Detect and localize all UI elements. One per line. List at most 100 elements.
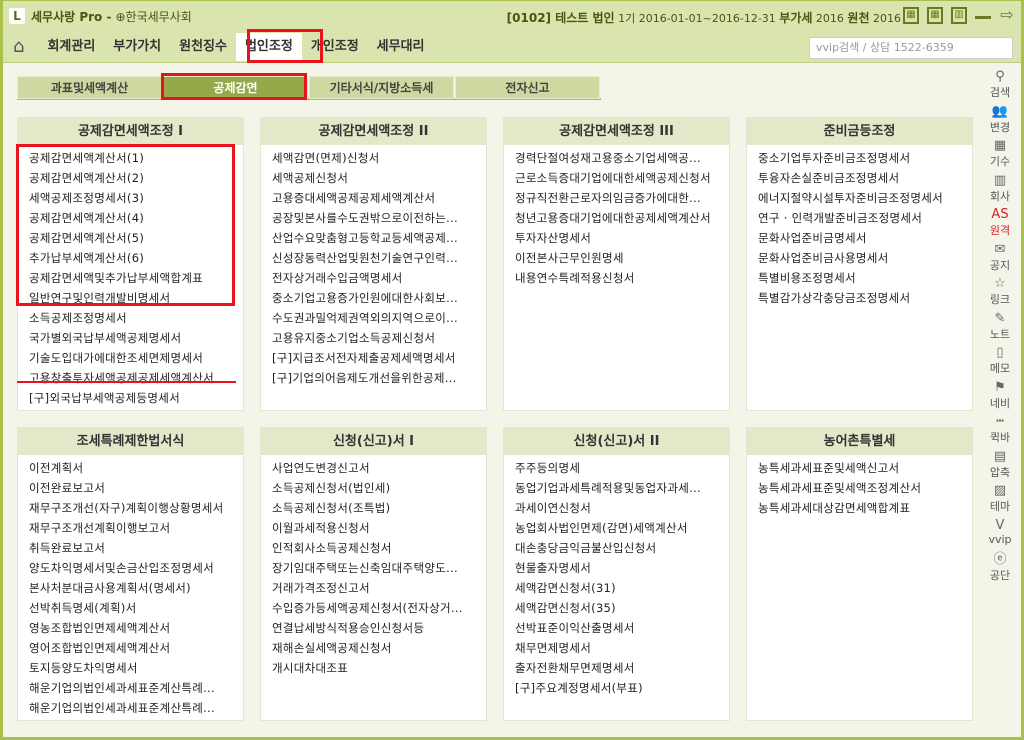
tab-tax-base[interactable]: 과표및세액계산 xyxy=(17,76,162,99)
form-list-item[interactable]: 선박취득명세(계획)서 xyxy=(29,598,243,618)
minimize-icon[interactable] xyxy=(975,7,991,19)
sidebar-item-building[interactable]: ▥ 회사 xyxy=(979,173,1021,208)
sidebar-item-vvip[interactable]: Vvvip xyxy=(979,518,1021,553)
form-list-item[interactable]: 고용창출투자세액공제공제세액계산서 xyxy=(29,368,243,388)
form-list-item[interactable]: 연결납세방식적용승인신청서등 xyxy=(272,618,486,638)
form-list-item[interactable]: 이전계획서 xyxy=(29,458,243,478)
form-list-item[interactable]: 취득완료보고서 xyxy=(29,538,243,558)
form-list-item[interactable]: 대손충당금익금불산입신청서 xyxy=(515,538,729,558)
form-list-item[interactable]: 과세이연신청서 xyxy=(515,498,729,518)
form-list-item[interactable]: 재무구조개선계획이행보고서 xyxy=(29,518,243,538)
layout-icon[interactable]: ▥ xyxy=(951,7,967,24)
form-list-item[interactable]: 공제감면세액계산서(5) xyxy=(29,228,243,248)
form-list-item[interactable]: 사업연도변경신고서 xyxy=(272,458,486,478)
form-list-item[interactable]: 수입증가등세액공제신청서(전자상거... xyxy=(272,598,486,618)
exit-icon[interactable]: ⇨ xyxy=(999,7,1015,24)
form-list-item[interactable]: 출자전환채무면제명세서 xyxy=(515,658,729,678)
form-list-item[interactable]: 인적회사소득공제신청서 xyxy=(272,538,486,558)
form-list-item[interactable]: 거래가격조정신고서 xyxy=(272,578,486,598)
form-list-item[interactable]: 양도차익명세서및손금산입조정명세서 xyxy=(29,558,243,578)
form-list-item[interactable]: 공제감면세액계산서(2) xyxy=(29,168,243,188)
form-list-item[interactable]: 이전본사근무인원명세 xyxy=(515,248,729,268)
form-list-item[interactable]: 선박표준이익산출명세서 xyxy=(515,618,729,638)
form-list-item[interactable]: 특별비용조정명세서 xyxy=(758,268,972,288)
form-list-item[interactable]: 소득공제조정명세서 xyxy=(29,308,243,328)
form-list-item[interactable]: 영어조합법인면제세액계산서 xyxy=(29,638,243,658)
form-list-item[interactable]: 세액감면신청서(31) xyxy=(515,578,729,598)
form-list-item[interactable]: 영농조합법인면제세액계산서 xyxy=(29,618,243,638)
form-list-item[interactable]: 국가별외국납부세액공제명세서 xyxy=(29,328,243,348)
form-list-item[interactable]: 고용증대세액공제공제세액계산서 xyxy=(272,188,486,208)
form-list-item[interactable]: 농특세과세표준및세액신고서 xyxy=(758,458,972,478)
sidebar-item-notice[interactable]: ✉ 공지 xyxy=(979,242,1021,277)
form-list-item[interactable]: 투자자산명세서 xyxy=(515,228,729,248)
form-list-item[interactable]: 수도권과밀억제권역외의지역으로이... xyxy=(272,308,486,328)
form-list-item[interactable]: 공장및본사를수도권밖으로이전하는... xyxy=(272,208,486,228)
form-list-item[interactable]: 세액감면신청서(35) xyxy=(515,598,729,618)
form-list-item[interactable]: 문화사업준비금명세서 xyxy=(758,228,972,248)
form-list-item[interactable]: 일반연구및인력개발비명세서 xyxy=(29,288,243,308)
nav-accounting[interactable]: 회계관리 xyxy=(38,33,104,61)
nav-corporate-adjustment[interactable]: 법인조정 xyxy=(235,32,302,61)
vvip-search-input[interactable]: vvip검색 / 상담 1522-6359 xyxy=(809,37,1013,59)
sidebar-item-calendar[interactable]: ▦ 기수 xyxy=(979,138,1021,173)
form-list-item[interactable]: 토지등양도차익명세서 xyxy=(29,658,243,678)
form-list-item[interactable]: 내용연수특례적용신청서 xyxy=(515,268,729,288)
form-list-item[interactable]: 해운기업의법인세과세표준계산특례... xyxy=(29,698,243,718)
form-list-item[interactable]: 주주등의명세 xyxy=(515,458,729,478)
form-list-item[interactable]: 추가납부세액계산서(6) xyxy=(29,248,243,268)
form-list-item[interactable]: 이전완료보고서 xyxy=(29,478,243,498)
form-list-item[interactable]: 세액공제신청서 xyxy=(272,168,486,188)
form-list-item[interactable]: 개시대차대조표 xyxy=(272,658,486,678)
tab-other-forms[interactable]: 기타서식/지방소득세 xyxy=(309,76,454,99)
sidebar-item-remote[interactable]: AS 원격 xyxy=(979,207,1021,242)
grid-icon[interactable]: ▦ xyxy=(927,7,943,24)
form-list-item[interactable]: 세액공제조정명세서(3) xyxy=(29,188,243,208)
form-list-item[interactable]: 채무면제명세서 xyxy=(515,638,729,658)
form-list-item[interactable]: 경력단절여성재고용중소기업세액공... xyxy=(515,148,729,168)
form-list-item[interactable]: 현물출자명세서 xyxy=(515,558,729,578)
form-list-item[interactable]: 전자상거래수입금액명세서 xyxy=(272,268,486,288)
tab-deduction-reduction[interactable]: 공제감면 xyxy=(163,76,308,99)
nav-vat[interactable]: 부가가치 xyxy=(104,33,170,61)
form-list-item[interactable]: 농특세과세표준및세액조정계산서 xyxy=(758,478,972,498)
tab-e-filing[interactable]: 전자신고 xyxy=(455,76,600,99)
sidebar-item-zip[interactable]: ▤ 압축 xyxy=(979,449,1021,484)
form-list-item[interactable]: 농특세과세대상감면세액합계표 xyxy=(758,498,972,518)
form-list-item[interactable]: 에너지절약시설투자준비금조정명세서 xyxy=(758,188,972,208)
form-list-item[interactable]: [구]기업의어음제도개선을위한공제... xyxy=(272,368,486,388)
form-list-item[interactable]: 청년고용증대기업에대한공제세액계산서 xyxy=(515,208,729,228)
form-list-item[interactable]: 투융자손실준비금조정명세서 xyxy=(758,168,972,188)
form-list-item[interactable]: 특별감가상각충당금조정명세서 xyxy=(758,288,972,308)
sidebar-item-theme[interactable]: ▨ 테마 xyxy=(979,483,1021,518)
form-list-item[interactable]: 세액감면(면제)신청서 xyxy=(272,148,486,168)
form-list-item[interactable]: 신성장동력산업및원천기술연구인력... xyxy=(272,248,486,268)
form-list-item[interactable]: 고용유지중소기업소득공제신청서 xyxy=(272,328,486,348)
calculator-icon[interactable]: ▦ xyxy=(903,7,919,24)
form-list-item[interactable]: 기술도입대가에대한조세면제명세서 xyxy=(29,348,243,368)
form-list-item[interactable]: 장기임대주택또는신축임대주택양도... xyxy=(272,558,486,578)
form-list-item[interactable]: 동업기업과세특례적용및동업자과세... xyxy=(515,478,729,498)
form-list-item[interactable]: 중소기업투자준비금조정명세서 xyxy=(758,148,972,168)
nav-tax-agent[interactable]: 세무대리 xyxy=(368,33,434,61)
nav-withholding[interactable]: 원천징수 xyxy=(170,33,236,61)
form-list-item[interactable]: [구]지급조서전자제출공제세액명세서 xyxy=(272,348,486,368)
form-list-item[interactable]: 공제감면세액계산서(4) xyxy=(29,208,243,228)
form-list-item[interactable]: 본사처분대금사용계획서(명세서) xyxy=(29,578,243,598)
form-list-item[interactable]: 재해손실세액공제신청서 xyxy=(272,638,486,658)
form-list-item[interactable]: 연구 · 인력개발준비금조정명세서 xyxy=(758,208,972,228)
form-list-item[interactable]: [구]주요계정명세서(부표) xyxy=(515,678,729,698)
nav-personal-adjustment[interactable]: 개인조정 xyxy=(302,33,368,61)
sidebar-item-memo[interactable]: ▯ 메모 xyxy=(979,345,1021,380)
sidebar-item-signpost[interactable]: ⚑ 네비 xyxy=(979,380,1021,415)
sidebar-item-search[interactable]: ⚲ 검색 xyxy=(979,69,1021,104)
form-list-item[interactable]: 정규직전환근로자의임금증가에대한... xyxy=(515,188,729,208)
form-list-item[interactable]: 소득공제신청서(법인세) xyxy=(272,478,486,498)
form-list-item[interactable]: 이월과세적용신청서 xyxy=(272,518,486,538)
form-list-item[interactable]: 산업수요맞춤형고등학교등세액공제... xyxy=(272,228,486,248)
sidebar-item-quickbar[interactable]: ┅ 퀵바 xyxy=(979,414,1021,449)
form-list-item[interactable]: 근로소득증대기업에대한세액공제신청서 xyxy=(515,168,729,188)
home-icon[interactable]: ⌂ xyxy=(13,36,24,57)
form-list-item[interactable]: 소득공제신청서(조특법) xyxy=(272,498,486,518)
form-list-item[interactable]: 재무구조개선(자구)계획이행상황명세서 xyxy=(29,498,243,518)
